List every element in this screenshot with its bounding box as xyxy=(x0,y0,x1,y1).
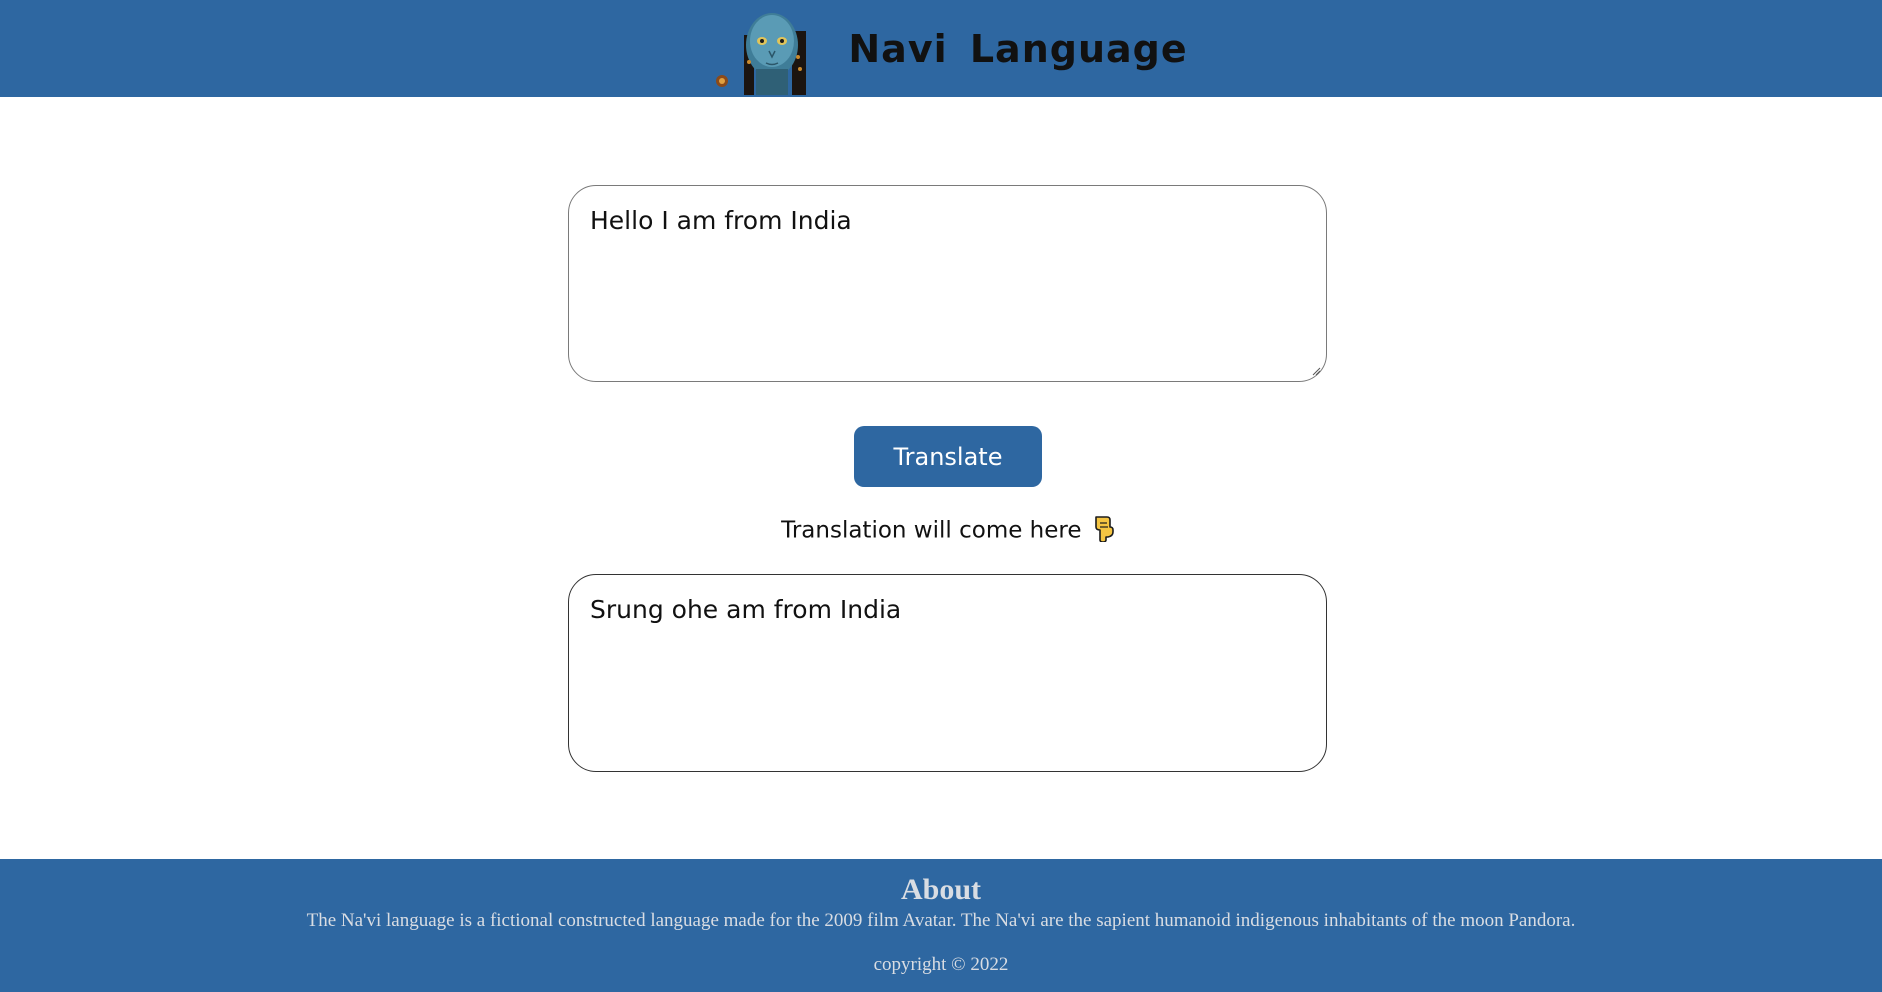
navi-avatar-icon xyxy=(714,7,818,95)
footer: About The Na'vi language is a fictional … xyxy=(0,859,1882,992)
source-text-input[interactable]: Hello I am from India xyxy=(568,185,1327,382)
copyright-text: copyright © 2022 xyxy=(873,954,1009,975)
header-bar: Navi Language xyxy=(0,0,1882,97)
output-label: Translation will come here xyxy=(0,514,1882,548)
translation-output: Srung ohe am from India xyxy=(568,574,1327,772)
pointing-down-hand-icon xyxy=(1093,514,1115,548)
page: Navi Language Hello I am from India Tran… xyxy=(0,0,1882,992)
footer-title: About xyxy=(900,873,982,906)
output-label-text: Translation will come here xyxy=(781,517,1082,544)
resize-grip-icon[interactable] xyxy=(1311,366,1321,376)
translate-button[interactable]: Translate xyxy=(854,426,1042,487)
footer-description: The Na'vi language is a fictional constr… xyxy=(306,910,1576,931)
header-brand: Navi Language xyxy=(714,3,1187,95)
app-title: Navi Language xyxy=(848,26,1188,71)
